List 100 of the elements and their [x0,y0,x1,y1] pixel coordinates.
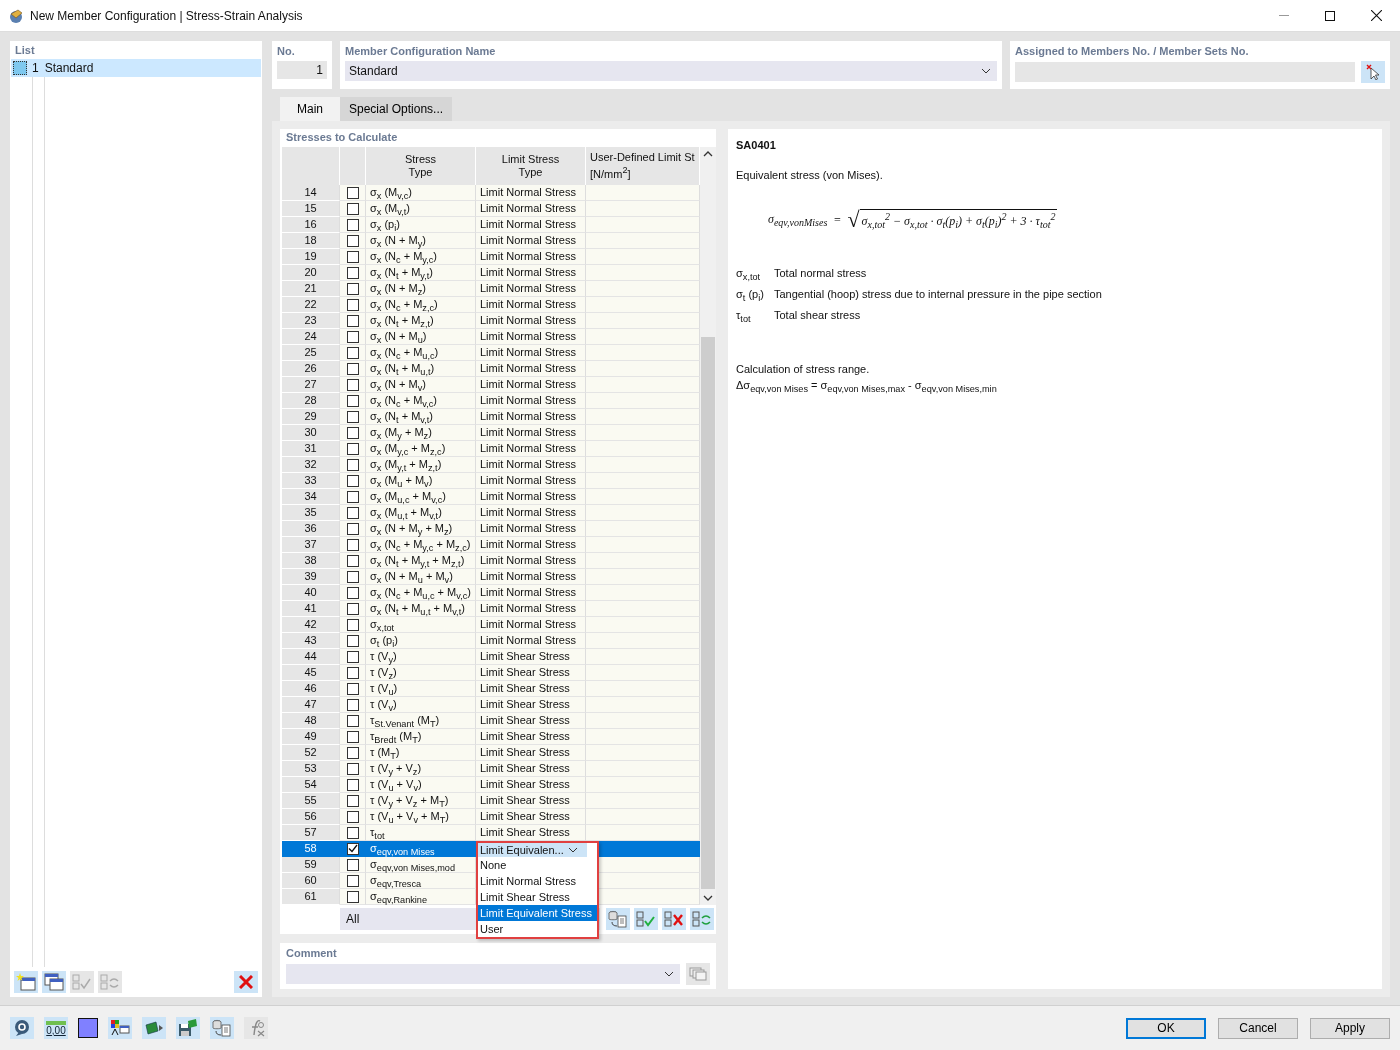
limit-type-cell: Limit Normal Stress [480,362,576,374]
limit-type-cell: Limit Normal Stress [480,202,576,214]
symbol: σ$_{t}$ (p$_{i}$) [736,288,765,304]
row-number: 54 [282,777,340,793]
row-number: 32 [282,457,340,473]
row-number: 31 [282,441,340,457]
limit-type-cell: Limit Normal Stress [480,314,576,326]
stress-type-cell: σ$_{x}$ (N$_{t}$ + M$_{v,t}$) [370,410,433,422]
symbol-meaning: Total normal stress [774,267,868,281]
stress-type-cell: τ (V$_{u}$) [370,682,398,694]
stress-type-cell: σ$_{x}$ (N$_{c}$ + M$_{z,c}$) [370,298,438,310]
limit-type-cell: Limit Normal Stress [480,602,576,614]
limit-type-cell: Limit Normal Stress [480,458,576,470]
limit-type-cell: Limit Normal Stress [480,506,576,518]
limit-type-cell: Limit Shear Stress [480,746,570,758]
limit-type-cell: Limit Normal Stress [480,522,576,534]
limit-type-cell: Limit Normal Stress [480,282,576,294]
section-heading: Stresses to Calculate [285,130,399,145]
limit-type-cell: Limit Shear Stress [480,826,570,838]
window-title: New Member Configuration | Stress-Strain Analysis [30,8,303,23]
limit-type-cell: Limit Shear Stress [480,714,570,726]
row-number: 59 [282,857,340,873]
row-number: 41 [282,601,340,617]
column-header: Stress Type [366,147,476,185]
limit-type-cell: Limit Normal Stress [480,554,576,566]
stress-type-cell: σ$_{x}$ (N + M$_{u}$ + M$_{v}$) [370,570,453,582]
row-number: 24 [282,329,340,345]
row-number: 39 [282,569,340,585]
limit-type-cell: Limit Shear Stress [480,730,570,742]
range-formula: Δσ$_{eqv,von Mises}$ = σ$_{eqv,von Mises,max}$ - σ$_{eqv,von Mises,min}$ [736,378,998,394]
row-number: 56 [282,809,340,825]
limit-type-cell: Limit Normal Stress [480,250,576,262]
row-number: 34 [282,489,340,505]
row-number: 18 [282,233,340,249]
list-heading: List [14,43,36,58]
formula-lhs: σ$_{eqv,vonMises}$ [768,211,828,229]
stress-type-cell: τ (M$_{T}$) [370,746,400,758]
limit-type-cell: Limit Normal Stress [480,570,576,582]
limit-type-cell: Limit Normal Stress [480,410,576,422]
row-number: 48 [282,713,340,729]
symbol-meaning: Total shear stress [774,309,862,324]
limit-type-cell: Limit Normal Stress [480,234,576,246]
row-number: 57 [282,825,340,841]
limit-type-cell: Limit Normal Stress [480,218,576,230]
row-number: 26 [282,361,340,377]
symbol: τ$_{tot}$ [736,309,752,325]
stress-type-cell: σ$_{x}$ (N$_{c}$ + M$_{v,c}$) [370,394,438,406]
row-number: 25 [282,345,340,361]
stress-type-cell: σ$_{x}$ (N$_{t}$ + M$_{u,t}$ + M$_{v,t}$) [370,602,465,614]
limit-type-cell: Limit Normal Stress [480,394,576,406]
row-number: 35 [282,505,340,521]
row-number: 16 [282,217,340,233]
column-header: Limit Stress Type [476,147,586,185]
row-number: 37 [282,537,340,553]
stress-type-cell: σ$_{x}$ (M$_{v,t}$) [370,202,410,214]
stress-type-cell: σ$_{x}$ (N$_{c}$ + M$_{u,c}$ + M$_{v,c}$) [370,586,471,598]
row-number: 60 [282,873,340,889]
stress-type-cell: σ$_{x}$ (M$_{u,c}$ + M$_{v,c}$) [370,490,446,502]
row-number: 45 [282,665,340,681]
limit-type-cell: Limit Normal Stress [480,474,576,486]
row-number: 28 [282,393,340,409]
row-number: 49 [282,729,340,745]
limit-type-cell: Limit Normal Stress [480,618,576,630]
row-number: 21 [282,281,340,297]
row-number: 55 [282,793,340,809]
row-number: 22 [282,297,340,313]
stress-type-cell: τ (V$_{u}$ + V$_{v}$) [370,778,422,790]
stress-type-cell: τ$_{Bredt}$ (M$_{T}$) [370,730,422,742]
row-number: 30 [282,425,340,441]
limit-type-cell: Limit Normal Stress [480,586,576,598]
limit-type-cell: Limit Shear Stress [480,778,570,790]
limit-type-cell: Limit Normal Stress [480,330,576,342]
symbol: σ$_{x,tot}$ [736,267,762,283]
row-number: 40 [282,585,340,601]
row-number: 38 [282,553,340,569]
limit-type-cell: Limit Normal Stress [480,378,576,390]
row-number: 47 [282,697,340,713]
limit-type-cell: Limit Normal Stress [480,266,576,278]
row-number: 53 [282,761,340,777]
stress-type-cell: σ$_{x}$ (M$_{u}$ + M$_{v}$) [370,474,433,486]
row-number: 43 [282,633,340,649]
row-number: 14 [282,185,340,201]
limit-type-cell: Limit Normal Stress [480,490,576,502]
row-number: 20 [282,265,340,281]
stress-type-cell: σ$_{x}$ (N + M$_{u}$) [370,330,427,342]
stress-type-cell: σ$_{x}$ (N + M$_{z}$) [370,282,426,294]
limit-type-cell: Limit Normal Stress [480,426,576,438]
name-label: Member Configuration Name [345,44,497,57]
stress-type-cell: τ$_{St.Venant}$ (M$_{T}$) [370,714,440,726]
limit-type-cell: Limit Normal Stress [480,538,576,550]
description-code: SA0401 [736,139,777,151]
limit-type-cell: Limit Normal Stress [480,346,576,358]
limit-type-cell: Limit Shear Stress [480,650,570,662]
stress-type-cell: τ (V$_{z}$) [370,666,397,678]
stress-type-cell: σ$_{x}$ (M$_{v,c}$) [370,186,412,198]
limit-type-cell: Limit Shear Stress [480,698,570,710]
row-number: 44 [282,649,340,665]
comment-label: Comment [286,946,338,959]
row-number: 42 [282,617,340,633]
row-number: 27 [282,377,340,393]
